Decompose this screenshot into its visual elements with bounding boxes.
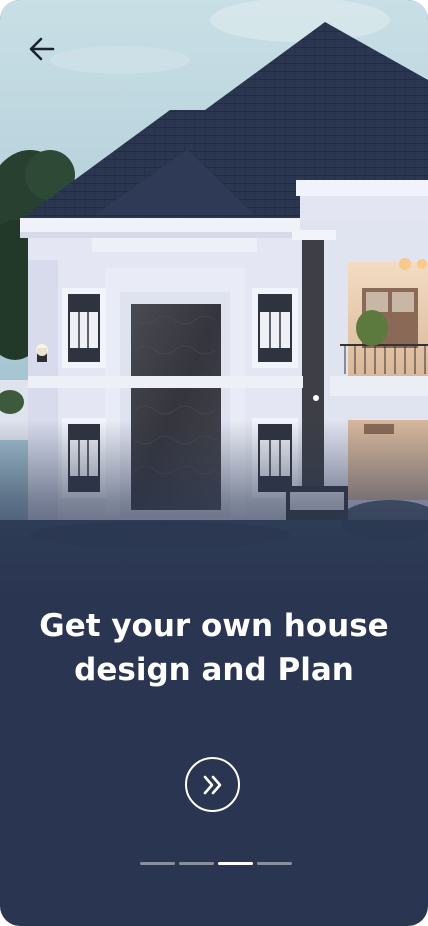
- onboarding-headline: Get your own house design and Plan: [0, 604, 428, 692]
- page-indicator-dot: [179, 862, 214, 865]
- double-chevron-right-icon: [203, 775, 221, 794]
- house-hero-image: [0, 0, 428, 600]
- page-indicator: [140, 862, 292, 865]
- page-indicator-dot: [140, 862, 175, 865]
- arrow-left-icon: [29, 37, 55, 61]
- headline-line-2: design and Plan: [74, 652, 354, 688]
- headline-line-1: Get your own house: [39, 608, 389, 644]
- onboarding-screen: Get your own house design and Plan: [0, 0, 428, 926]
- next-button[interactable]: [185, 757, 240, 812]
- page-indicator-dot: [257, 862, 292, 865]
- page-indicator-dot-active: [218, 862, 253, 865]
- back-button[interactable]: [22, 30, 60, 68]
